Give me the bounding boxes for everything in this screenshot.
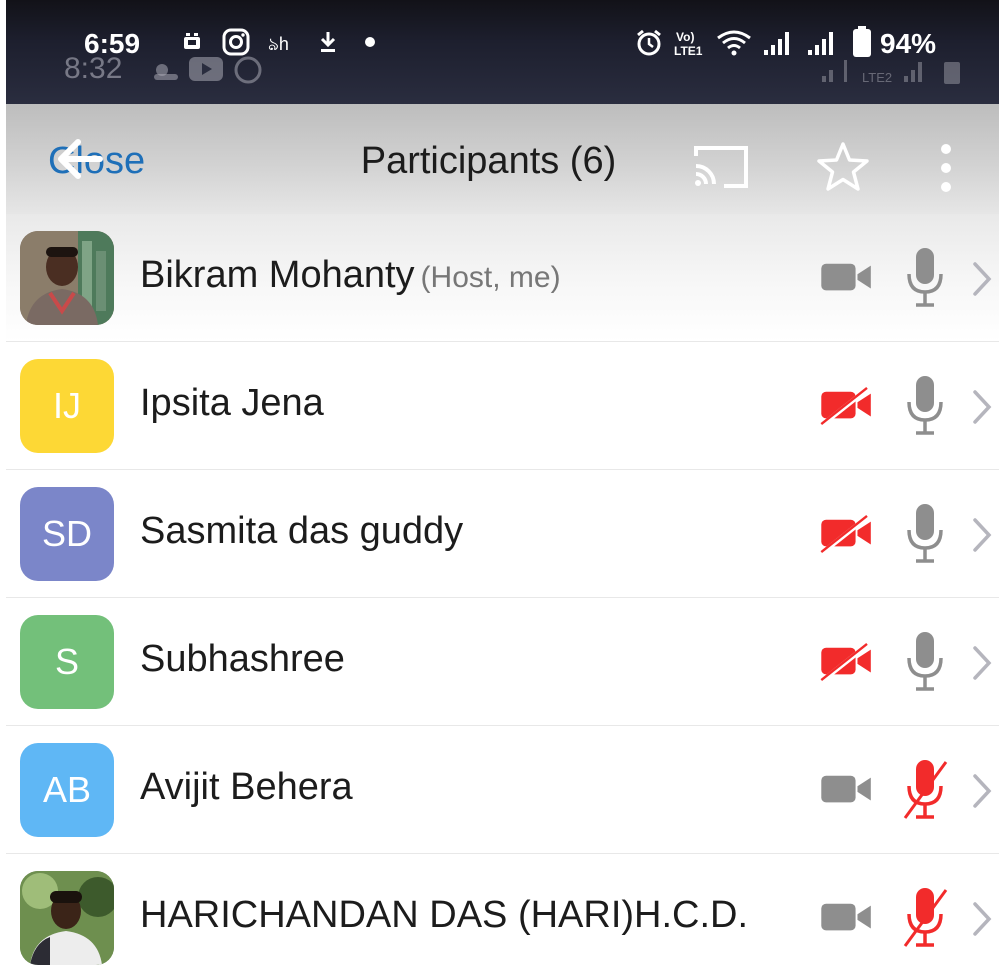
avatar-initials: AB	[42, 769, 92, 810]
participant-name-text: Subhashree	[140, 638, 345, 680]
participant-row[interactable]: IJ Ipsita Jena	[6, 342, 999, 470]
dot-icon	[365, 37, 375, 47]
video-on-icon[interactable]	[818, 770, 876, 810]
participant-name: Sasmita das guddy	[140, 510, 463, 553]
avatar-initials: SD	[41, 513, 92, 554]
ghost-whatsapp-icon	[234, 56, 262, 84]
video-on-icon[interactable]	[818, 898, 876, 938]
cast-icon[interactable]	[690, 142, 752, 190]
chevron-right-icon[interactable]	[970, 260, 994, 298]
status-bar: 8:32 6:59 ঌh Vo) LTE1 94% LTE2	[6, 0, 999, 104]
participant-name-text: Avijit Behera	[140, 766, 353, 808]
chevron-right-icon[interactable]	[970, 772, 994, 810]
wifi-icon	[717, 30, 751, 56]
participant-row[interactable]: S Subhashree	[6, 598, 999, 726]
svg-text:Vo): Vo)	[676, 30, 694, 44]
chevron-right-icon[interactable]	[970, 900, 994, 938]
svg-text:LTE1: LTE1	[674, 44, 703, 58]
participant-name-text: HARICHANDAN DAS (HARI)H.C.D.	[140, 894, 749, 936]
mic-on-icon[interactable]	[902, 374, 948, 438]
status-time: 6:59	[84, 28, 141, 59]
avatar: IJ	[20, 359, 114, 453]
mic-on-icon[interactable]	[902, 246, 948, 310]
participant-name: Subhashree	[140, 638, 345, 681]
more-vertical-icon[interactable]	[936, 142, 956, 194]
chevron-right-icon[interactable]	[970, 644, 994, 682]
mic-on-icon[interactable]	[902, 502, 948, 566]
mic-off-icon[interactable]	[902, 886, 948, 950]
participant-row[interactable]: Bikram Mohanty (Host, me)	[6, 214, 999, 342]
signal-2-icon	[808, 32, 833, 55]
chevron-right-icon[interactable]	[970, 388, 994, 426]
participant-name: Ipsita Jena	[140, 382, 324, 425]
chevron-right-icon[interactable]	[970, 516, 994, 554]
battery-icon	[853, 26, 871, 57]
avatar	[20, 871, 114, 965]
participant-role: (Host, me)	[420, 261, 561, 294]
participant-name: Avijit Behera	[140, 766, 353, 809]
alarm-icon	[637, 29, 661, 56]
ghost-weather-icon	[154, 64, 178, 80]
ghost-youtube-icon	[189, 57, 223, 81]
video-off-icon[interactable]	[818, 642, 876, 682]
participant-row[interactable]: SD Sasmita das guddy	[6, 470, 999, 598]
mic-on-icon[interactable]	[902, 630, 948, 694]
participant-name-text: Sasmita das guddy	[140, 510, 464, 552]
instagram-icon	[222, 28, 250, 56]
mic-off-icon[interactable]	[902, 758, 948, 822]
participant-row[interactable]: HARICHANDAN DAS (HARI)H.C.D.	[6, 854, 999, 976]
download-icon	[320, 32, 336, 52]
video-off-icon[interactable]	[818, 514, 876, 554]
participant-row[interactable]: AB Avijit Behera	[6, 726, 999, 854]
signal-1-icon	[764, 32, 789, 55]
participants-list: Bikram Mohanty (Host, me) IJ Ipsita Jena S…	[6, 214, 999, 976]
top-bar: Close Participants (6)	[6, 104, 999, 214]
svg-text:ঌh: ঌh	[268, 34, 289, 54]
avatar: SD	[20, 487, 114, 581]
avatar	[20, 231, 114, 325]
avatar-initials: IJ	[52, 385, 81, 426]
video-off-icon[interactable]	[818, 386, 876, 426]
participant-name-text: Ipsita Jena	[140, 382, 324, 424]
star-icon[interactable]	[814, 140, 872, 194]
svg-text:LTE2: LTE2	[862, 70, 892, 85]
sim-icon	[184, 33, 200, 49]
avatar: AB	[20, 743, 114, 837]
participant-name: Bikram Mohanty (Host, me)	[140, 254, 561, 297]
ghost-signal-icon: LTE2	[822, 60, 960, 85]
video-on-icon[interactable]	[818, 258, 876, 298]
avatar-initials: S	[54, 641, 79, 682]
participant-name-text: Bikram Mohanty	[140, 254, 415, 296]
participant-name: HARICHANDAN DAS (HARI)H.C.D.	[140, 894, 748, 937]
volte-icon: Vo) LTE1	[674, 30, 703, 58]
avatar: S	[20, 615, 114, 709]
dh-icon: ঌh	[268, 34, 289, 54]
